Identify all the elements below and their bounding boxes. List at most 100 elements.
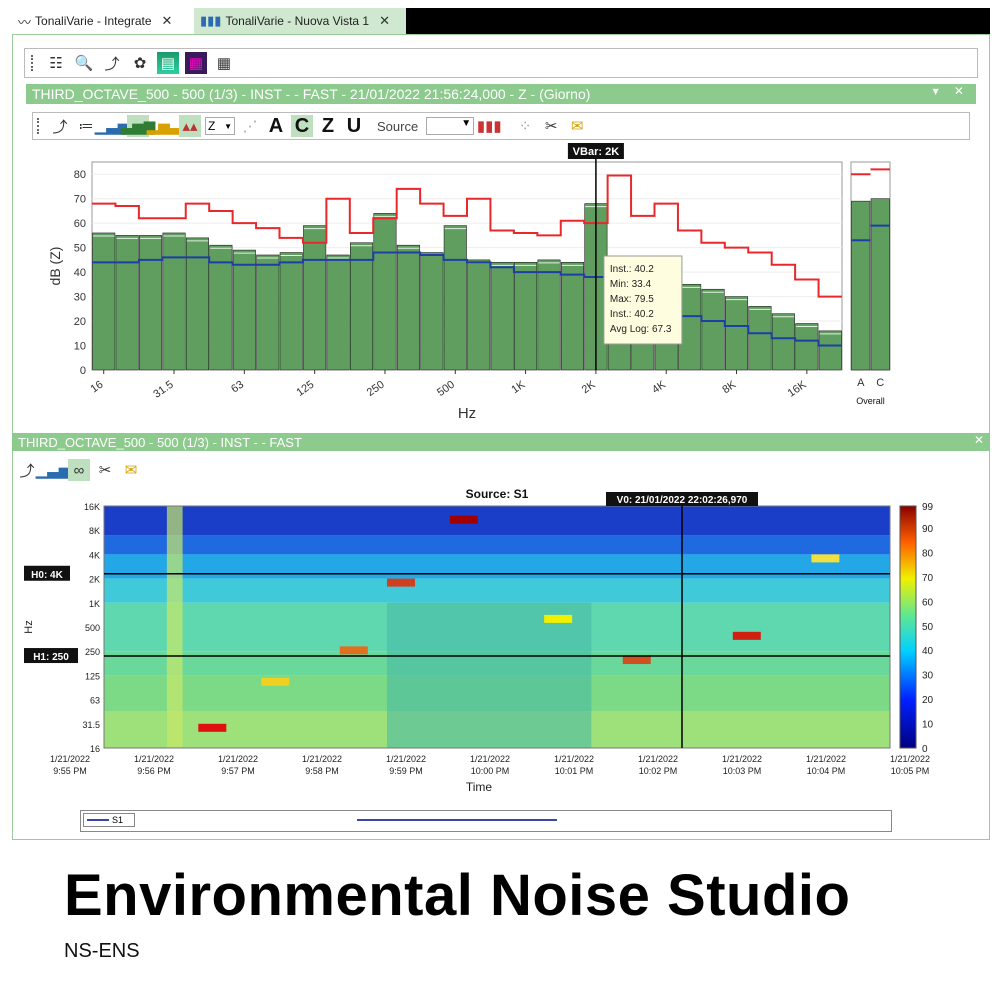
bar	[139, 235, 163, 371]
heatmap-region	[386, 602, 592, 748]
panel-controls[interactable]: ▾ ✕	[933, 84, 970, 98]
x-tick-date: 1/21/2022	[554, 754, 594, 764]
heatmap-hotspot	[386, 578, 415, 587]
x-tick-label: 4K	[650, 378, 668, 396]
x-tick-time: 10:05 PM	[891, 766, 930, 776]
tab-nuova-vista[interactable]: ▮▮▮ TonaliVarie - Nuova Vista 1 ✕	[194, 8, 406, 34]
source-select[interactable]: ▼	[426, 117, 475, 135]
x-tick-label: 500	[435, 379, 457, 399]
x-tick-time: 10:01 PM	[555, 766, 594, 776]
heatmap-band	[104, 578, 890, 603]
legend-item-s1[interactable]: S1	[83, 813, 135, 827]
heatmap-hotspot	[544, 614, 573, 623]
tooltip-line: Inst.: 40.2	[610, 309, 654, 320]
weight-a-button[interactable]: A	[265, 115, 287, 137]
colorbar-tick-label: 20	[922, 695, 934, 706]
y-tick-label: 20	[74, 316, 86, 328]
peak-icon[interactable]: ▴▴	[179, 115, 201, 137]
colorbar-tick-label: 30	[922, 671, 934, 682]
spectrum-panel-header: THIRD_OCTAVE_500 - 500 (1/3) - INST - - …	[26, 84, 976, 104]
bar-chart-icon[interactable]: ▁▃▅	[95, 115, 130, 137]
document-tab-bar: 〰 TonaliVarie - Integrate ✕ ▮▮▮ TonaliVa…	[12, 8, 990, 34]
waterfall-icon[interactable]: ▦	[185, 52, 207, 74]
table-icon[interactable]: ▦	[213, 52, 235, 74]
bar	[514, 262, 538, 371]
list-icon[interactable]: ≔	[75, 115, 97, 137]
legend-scroll-line[interactable]	[357, 819, 557, 821]
toolbar-grip[interactable]	[31, 55, 37, 71]
x-tick-time: 9:56 PM	[137, 766, 171, 776]
series-line-icon	[87, 819, 109, 821]
link-icon[interactable]: ∞	[68, 459, 90, 481]
y-tick-label: 63	[90, 696, 100, 706]
heatmap-hotspot	[732, 631, 761, 640]
tab-integrate[interactable]: 〰 TonaliVarie - Integrate ✕	[12, 8, 194, 34]
colorbar-tick-label: 10	[922, 720, 934, 731]
weighting-select[interactable]: Z ▼	[205, 117, 235, 135]
y-tick-label: 30	[74, 292, 86, 304]
overall-label: Overall	[856, 396, 885, 406]
y-tick-label: 16K	[84, 502, 100, 512]
cursor-icon[interactable]: ⤴	[49, 115, 71, 137]
x-tick-time: 10:03 PM	[723, 766, 762, 776]
y-tick-label: 70	[74, 194, 86, 206]
close-icon[interactable]: ✕	[162, 13, 173, 29]
tools-icon[interactable]: ✂	[94, 459, 116, 481]
bar	[396, 244, 420, 371]
tooltip-line: Max: 79.5	[610, 294, 654, 305]
weight-z-button[interactable]: Z	[317, 115, 339, 137]
levels-icon[interactable]: ▮▮▮	[477, 115, 502, 137]
spectrogram-icon[interactable]: ▤	[157, 52, 179, 74]
weight-c-button[interactable]: C	[291, 115, 313, 137]
bar-chart-icon: ▮▮▮	[200, 13, 222, 28]
spectrogram-chart[interactable]: Source: S116K8K4K2K1K5002501256331.516Hz…	[12, 484, 990, 804]
cursor-icon[interactable]: ⤴	[16, 459, 38, 481]
cursor-icon[interactable]: ⤴	[101, 52, 123, 74]
y-tick-label: 40	[74, 267, 86, 279]
y-tick-label: 60	[74, 218, 86, 230]
main-toolbar: ☷ 🔍 ⤴ ✿ ▤ ▦ ▦	[24, 48, 978, 78]
overall-bar	[870, 198, 890, 371]
tooltip-line: Min: 33.4	[610, 279, 652, 290]
y-tick-label: 1K	[89, 599, 100, 609]
spectrum-chart[interactable]: 0 10 20 30 40 50 60 70 80 16 31.5 63 125 250 500 1K 2K 4K…	[40, 140, 980, 430]
x-tick-time: 10:02 PM	[639, 766, 678, 776]
x-tick-date: 1/21/2022	[386, 754, 426, 764]
heatmap-hotspot	[622, 656, 651, 665]
y-tick-label: 10	[74, 341, 86, 353]
bar	[303, 225, 327, 371]
x-tick-label: 125	[294, 379, 316, 399]
scatter-icon[interactable]: ⁘	[514, 115, 536, 137]
x-tick-time: 9:58 PM	[305, 766, 339, 776]
weight-u-button[interactable]: U	[343, 115, 365, 137]
y-tick-label: 80	[74, 169, 86, 181]
x-tick-label: 63	[229, 379, 246, 396]
export-icon[interactable]: ✉	[120, 459, 142, 481]
zoom-icon[interactable]: 🔍	[73, 52, 95, 74]
overall-tick-label: C	[876, 377, 884, 389]
x-axis-label: Time	[466, 780, 493, 794]
panel-title: THIRD_OCTAVE_500 - 500 (1/3) - INST - - …	[18, 434, 302, 450]
y-tick-label: 31.5	[82, 720, 100, 730]
export-icon[interactable]: ✉	[566, 115, 588, 137]
compare-icon[interactable]: ⋰	[239, 115, 261, 137]
bar-chart-icon[interactable]: ▁▃▅	[36, 459, 71, 481]
product-title: Environmental Noise Studio	[64, 863, 851, 928]
y-tick-label: 125	[85, 671, 100, 681]
layout-icon[interactable]: ☷	[45, 52, 67, 74]
product-code: NS-ENS	[64, 940, 140, 962]
x-tick-time: 10:00 PM	[471, 766, 510, 776]
palette-icon[interactable]: ✿	[129, 52, 151, 74]
close-icon[interactable]: ✕	[974, 433, 984, 447]
bar	[490, 262, 514, 371]
spectrogram-panel-header: THIRD_OCTAVE_500 - 500 (1/3) - INST - - …	[12, 433, 990, 451]
close-icon[interactable]: ✕	[379, 13, 390, 29]
bar-chart-yellow-icon[interactable]: ▂▅▃	[147, 115, 182, 137]
bar	[115, 235, 139, 371]
bar	[350, 242, 374, 371]
tools-icon[interactable]: ✂	[540, 115, 562, 137]
spectrogram-toolbar: ⤴ ▁▃▅ ∞ ✂ ✉	[16, 458, 146, 482]
toolbar-grip[interactable]	[37, 118, 43, 134]
bar-chart-green-icon[interactable]: ▃▅▆	[121, 115, 155, 137]
bar	[818, 330, 842, 371]
